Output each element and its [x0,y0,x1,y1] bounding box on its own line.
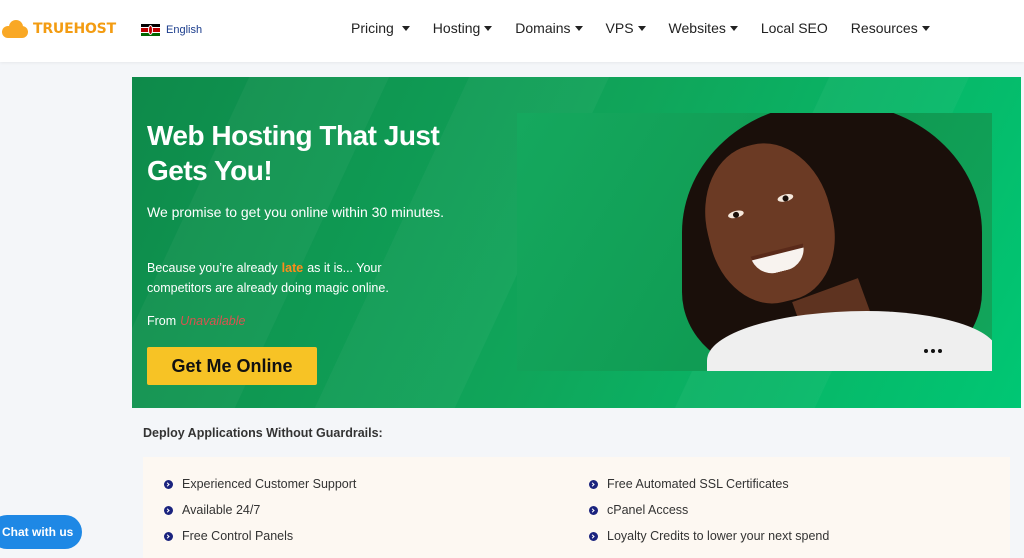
chevron-bullet-icon [589,505,598,515]
nav-label: VPS [605,20,634,36]
caret-down-icon [401,25,410,31]
hero-lead: We promise to get you online within 30 m… [147,204,445,220]
nav-item-resources[interactable]: Resources [851,20,930,36]
feature-item: Free Control Panels [164,529,293,543]
caret-down-icon [921,25,930,31]
price-line: From Unavailable [147,314,246,328]
chevron-bullet-icon [164,505,173,515]
nav-label: Websites [668,20,726,36]
chevron-bullet-icon [589,479,598,489]
language-label: English [166,24,203,36]
nav-item-websites[interactable]: Websites [669,20,738,36]
nav-label: Hosting [432,20,481,36]
nav-label: Resources [850,20,918,36]
feature-label: Free Automated SSL Certificates [607,477,789,491]
caret-down-icon [574,25,583,31]
nav-item-pricing[interactable]: Pricing [351,20,410,36]
nav-item-vps[interactable]: VPS [606,20,646,36]
hero-photo-woman [517,113,992,371]
main-nav: Pricing Hosting Domains VPS Websites Loc… [351,20,953,36]
feature-item: Available 24/7 [164,503,260,517]
nav-label: Pricing [351,20,394,36]
feature-item: Experienced Customer Support [164,477,356,491]
more-options-icon[interactable] [924,349,942,353]
features-list: Experienced Customer Support Available 2… [143,457,1010,558]
feature-item: Loyalty Credits to lower your next spend [589,529,829,543]
chevron-bullet-icon [164,479,173,489]
feature-label: Experienced Customer Support [182,477,357,491]
site-header: TRUEHOST English Pricing Hosting Domains… [0,0,1024,62]
nav-item-local-seo[interactable]: Local SEO [761,20,828,36]
feature-item: cPanel Access [589,503,688,517]
feature-label: Loyalty Credits to lower your next spend [607,529,830,543]
hero-banner: Web Hosting That Just Gets You! We promi… [132,77,1021,408]
nav-item-domains[interactable]: Domains [515,20,583,36]
nav-label: Domains [515,20,571,36]
hero-title: Web Hosting That Just Gets You! [147,120,440,186]
hero-subtext: Because you’re already late as it is... Yo… [147,258,447,298]
get-me-online-button[interactable]: Get Me Online [147,347,317,385]
feature-label: cPanel Access [607,503,689,517]
caret-down-icon [729,25,738,31]
feature-item: Free Automated SSL Certificates [589,477,789,491]
kenya-flag-icon [141,24,160,36]
chevron-bullet-icon [164,531,173,541]
nav-item-hosting[interactable]: Hosting [432,20,493,36]
feature-label: Available 24/7 [182,503,261,517]
caret-down-icon [637,25,646,31]
language-selector[interactable]: English [141,24,202,36]
hero-subtext-start: Because you’re already [147,261,278,275]
truehost-logo[interactable]: TRUEHOST [2,20,116,38]
from-label: From [147,314,177,328]
cloud-logo-icon [2,20,28,38]
chevron-bullet-icon [589,531,598,541]
chat-with-us-button[interactable]: Chat with us [0,515,82,549]
logo-text: TRUEHOST [33,21,116,37]
late-highlight: late [281,261,304,275]
nav-label: Local SEO [760,20,828,36]
caret-down-icon [484,25,493,31]
price-value: Unavailable [180,314,246,328]
features-title: Deploy Applications Without Guardrails: [143,426,383,440]
feature-label: Free Control Panels [182,529,294,543]
